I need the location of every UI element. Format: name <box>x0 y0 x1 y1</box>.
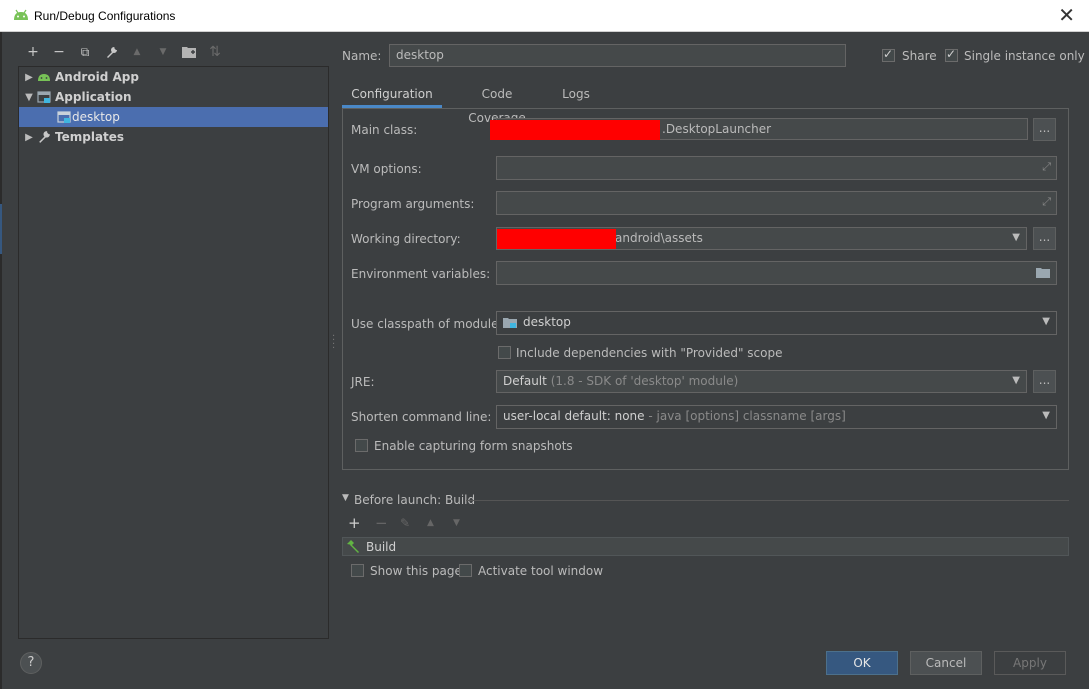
sort-icon[interactable]: ⇅ <box>202 42 228 62</box>
move-up-icon[interactable]: ▲ <box>124 42 150 62</box>
title-bar: Run/Debug Configurations ✕ <box>0 0 1089 32</box>
env-vars-input[interactable] <box>496 261 1057 285</box>
chevron-down-icon[interactable]: ▼ <box>1012 371 1020 391</box>
browse-main-class-button[interactable]: ... <box>1033 118 1056 141</box>
tree-item-label: Android App <box>55 70 139 84</box>
tree-item-templates[interactable]: ▶ Templates <box>19 127 328 147</box>
name-input[interactable]: desktop <box>389 44 846 67</box>
tab-configuration[interactable]: Configuration <box>342 82 442 108</box>
jre-detail: (1.8 - SDK of 'desktop' module) <box>550 374 739 388</box>
application-icon <box>37 91 51 103</box>
jre-value: Default <box>503 374 547 388</box>
tree-item-label: Application <box>55 90 132 104</box>
expand-field-icon[interactable]: ⤢ <box>1042 157 1051 177</box>
task-list: Build <box>342 537 1069 556</box>
edit-task-icon[interactable]: ✎ <box>400 516 410 530</box>
program-args-input[interactable]: ⤢ <box>496 191 1057 215</box>
tree-item-label: Templates <box>55 130 125 144</box>
shorten-label: Shorten command line: <box>351 410 492 424</box>
activate-tool-label: Activate tool window <box>478 564 604 578</box>
tree-item-android-app[interactable]: ▶ Android App <box>19 67 328 87</box>
chevron-down-icon[interactable]: ▼ <box>1042 406 1050 426</box>
env-vars-label: Environment variables: <box>351 267 491 281</box>
task-label: Build <box>366 539 397 554</box>
collapse-section-icon[interactable]: ▼ <box>342 493 349 503</box>
classpath-label: Use classpath of module: <box>351 317 503 331</box>
tree-item-desktop[interactable]: desktop <box>19 107 328 127</box>
shorten-combo[interactable]: user-local default: none - java [options… <box>496 405 1057 429</box>
chevron-down-icon[interactable]: ▼ <box>1012 228 1020 248</box>
main-class-label: Main class: <box>351 123 418 137</box>
snapshots-checkbox[interactable] <box>355 439 368 452</box>
move-up-icon[interactable]: ▲ <box>427 518 434 528</box>
chevron-down-icon[interactable]: ▼ <box>1042 312 1050 332</box>
folder-icon[interactable] <box>176 42 202 62</box>
vm-options-label: VM options: <box>351 162 422 176</box>
window-title: Run/Debug Configurations <box>34 9 176 23</box>
redaction-block <box>497 229 616 249</box>
activate-tool-checkbox[interactable] <box>459 564 472 577</box>
include-deps-label: Include dependencies with "Provided" sco… <box>516 346 783 360</box>
expand-arrow-icon[interactable]: ▶ <box>21 132 37 143</box>
redaction-block <box>490 120 660 140</box>
android-studio-icon <box>14 9 28 20</box>
vm-options-input[interactable]: ⤢ <box>496 156 1057 180</box>
application-config-icon <box>57 111 71 123</box>
expand-field-icon[interactable]: ⤢ <box>1042 192 1051 212</box>
wrench-icon <box>39 131 50 143</box>
show-page-checkbox[interactable] <box>351 564 364 577</box>
browse-jre-button[interactable]: ... <box>1033 370 1056 393</box>
wrench-icon[interactable] <box>98 42 124 62</box>
add-task-icon[interactable]: + <box>348 514 361 532</box>
copy-icon[interactable]: ⧉ <box>72 42 98 62</box>
jre-label: JRE: <box>351 375 375 389</box>
window-edge <box>0 32 2 689</box>
tree-toolbar: + − ⧉ ▲ ▼ ⇅ <box>20 42 228 62</box>
share-checkbox[interactable] <box>882 47 895 62</box>
shorten-value: user-local default: none <box>503 409 645 423</box>
program-args-label: Program arguments: <box>351 197 475 211</box>
ok-button[interactable]: OK <box>826 651 898 675</box>
help-button[interactable]: ? <box>20 652 42 674</box>
section-divider <box>466 500 1069 501</box>
move-down-icon[interactable]: ▼ <box>453 518 460 528</box>
android-icon <box>38 74 50 81</box>
collapse-arrow-icon[interactable]: ▼ <box>21 92 37 103</box>
name-label: Name: <box>342 49 382 63</box>
working-dir-label: Working directory: <box>351 232 461 246</box>
close-icon[interactable]: ✕ <box>1058 5 1075 25</box>
tree-item-application[interactable]: ▼ Application <box>19 87 328 107</box>
main-class-value: .DesktopLauncher <box>662 122 772 136</box>
browse-working-dir-button[interactable]: ... <box>1033 227 1056 250</box>
apply-button[interactable]: Apply <box>994 651 1066 675</box>
single-instance-label: Single instance only <box>964 49 1085 63</box>
add-icon[interactable]: + <box>20 42 46 62</box>
jre-combo[interactable]: Default (1.8 - SDK of 'desktop' module) … <box>496 370 1027 393</box>
tab-code-coverage[interactable]: Code Coverage <box>452 82 542 125</box>
hammer-icon <box>347 539 359 553</box>
configuration-tree: ▶ Android App ▼ Application desktop ▶ Te… <box>18 66 329 639</box>
module-folder-icon <box>503 318 517 328</box>
cancel-button[interactable]: Cancel <box>910 651 982 675</box>
folder-icon[interactable] <box>1036 267 1050 278</box>
tab-logs[interactable]: Logs <box>556 82 596 108</box>
before-launch-title: Before launch: Build <box>354 493 476 507</box>
classpath-combo[interactable]: desktop ▼ <box>496 311 1057 335</box>
shorten-detail: - java [options] classname [args] <box>648 409 846 423</box>
splitter-handle[interactable]: · · · · <box>332 332 335 354</box>
task-row-build[interactable]: Build <box>343 538 1068 555</box>
show-page-label: Show this page <box>370 564 462 578</box>
tree-item-label: desktop <box>72 110 120 124</box>
working-dir-value: \android\assets <box>611 231 703 245</box>
snapshots-label: Enable capturing form snapshots <box>374 439 573 453</box>
remove-icon[interactable]: − <box>46 42 72 62</box>
remove-task-icon[interactable]: − <box>375 514 388 532</box>
classpath-value: desktop <box>523 315 571 329</box>
share-label: Share <box>902 49 937 63</box>
move-down-icon[interactable]: ▼ <box>150 42 176 62</box>
single-instance-checkbox[interactable] <box>945 47 958 62</box>
include-deps-checkbox[interactable] <box>498 346 511 359</box>
expand-arrow-icon[interactable]: ▶ <box>21 72 37 83</box>
